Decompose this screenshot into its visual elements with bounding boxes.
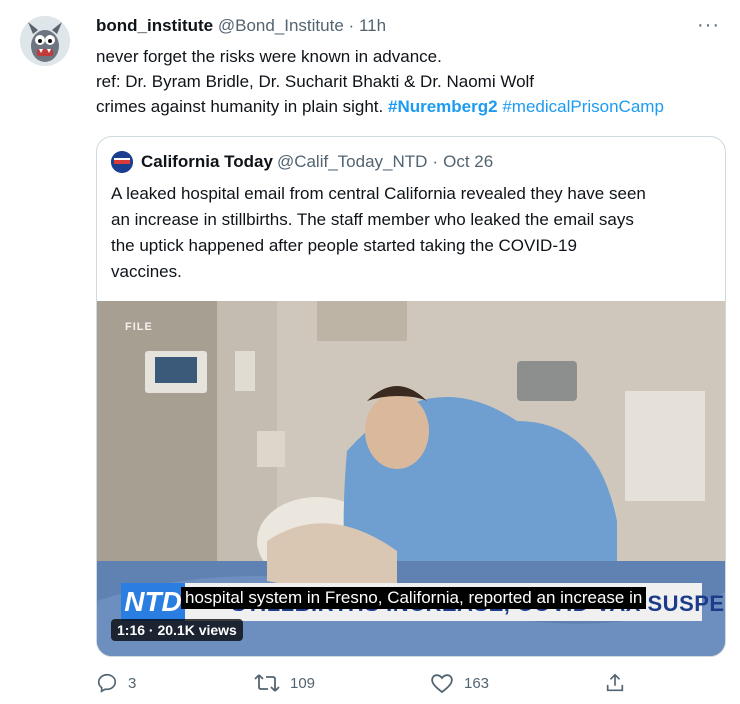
quoted-text: A leaked hospital email from central Cal… [111,181,711,285]
video-subtitle: hospital system in Fresno, California, r… [181,587,647,609]
tweet-line: ref: Dr. Byram Bridle, Dr. Sucharit Bhak… [96,72,535,91]
like-button[interactable]: 163 [430,672,489,694]
separator: · [348,16,355,35]
quoted-line: the uptick happened after people started… [111,236,577,255]
tweet-text: never forget the risks were known in adv… [96,44,726,119]
monster-avatar-icon [20,16,70,66]
retweet-icon [254,674,280,692]
like-icon [431,674,453,694]
hashtag-link[interactable]: #Nuremberg2 [388,97,498,116]
timestamp[interactable]: 11h [359,16,386,35]
user-avatar[interactable] [20,16,70,66]
reply-icon [97,673,117,693]
quoted-line: A leaked hospital email from central Cal… [111,184,646,203]
hashtag-link[interactable]: #medicalPrisonCamp [502,97,664,116]
quoted-line: an increase in stillbirths. The staff me… [111,210,634,229]
handle[interactable]: @Bond_Institute [218,16,344,35]
more-icon[interactable]: ··· [697,14,720,37]
quoted-avatar [111,151,133,173]
view-count-badge: 1:16 · 20.1K views [111,619,243,641]
quoted-line: vaccines. [111,262,182,281]
ntd-logo-icon [111,151,133,173]
quoted-tweet-header: California Today @Calif_Today_NTD · Oct … [111,151,493,173]
quoted-display-name[interactable]: California Today [141,152,273,172]
tweet-line-text: crimes against humanity in plain sight. [96,97,384,116]
tweet-actions: 3 109 163 [96,672,726,700]
quoted-handle[interactable]: @Calif_Today_NTD [277,152,427,172]
ntd-logo-badge: NTD [121,583,185,621]
like-count: 163 [464,674,490,692]
tweet-line: crimes against humanity in plain sight. … [96,94,726,119]
share-icon [606,673,624,692]
tweet[interactable]: bond_institute @Bond_Institute · 11h ···… [0,0,740,704]
quoted-tweet[interactable]: California Today @Calif_Today_NTD · Oct … [96,136,726,657]
reply-button[interactable]: 3 [96,672,136,694]
separator: · [432,152,439,171]
retweet-button[interactable]: 109 [254,672,315,694]
tweet-header: bond_institute @Bond_Institute · 11h [96,16,386,36]
quoted-date[interactable]: Oct 26 [443,152,493,172]
tweet-line: never forget the risks were known in adv… [96,47,442,66]
retweet-count: 109 [290,674,316,692]
reply-count: 3 [128,674,137,692]
file-label: FILE [125,321,153,333]
video-player[interactable]: FILE STILLBIRTHS INCREASE, COVID VAX SUS… [97,301,725,656]
display-name[interactable]: bond_institute [96,16,213,35]
share-button[interactable] [604,672,636,694]
